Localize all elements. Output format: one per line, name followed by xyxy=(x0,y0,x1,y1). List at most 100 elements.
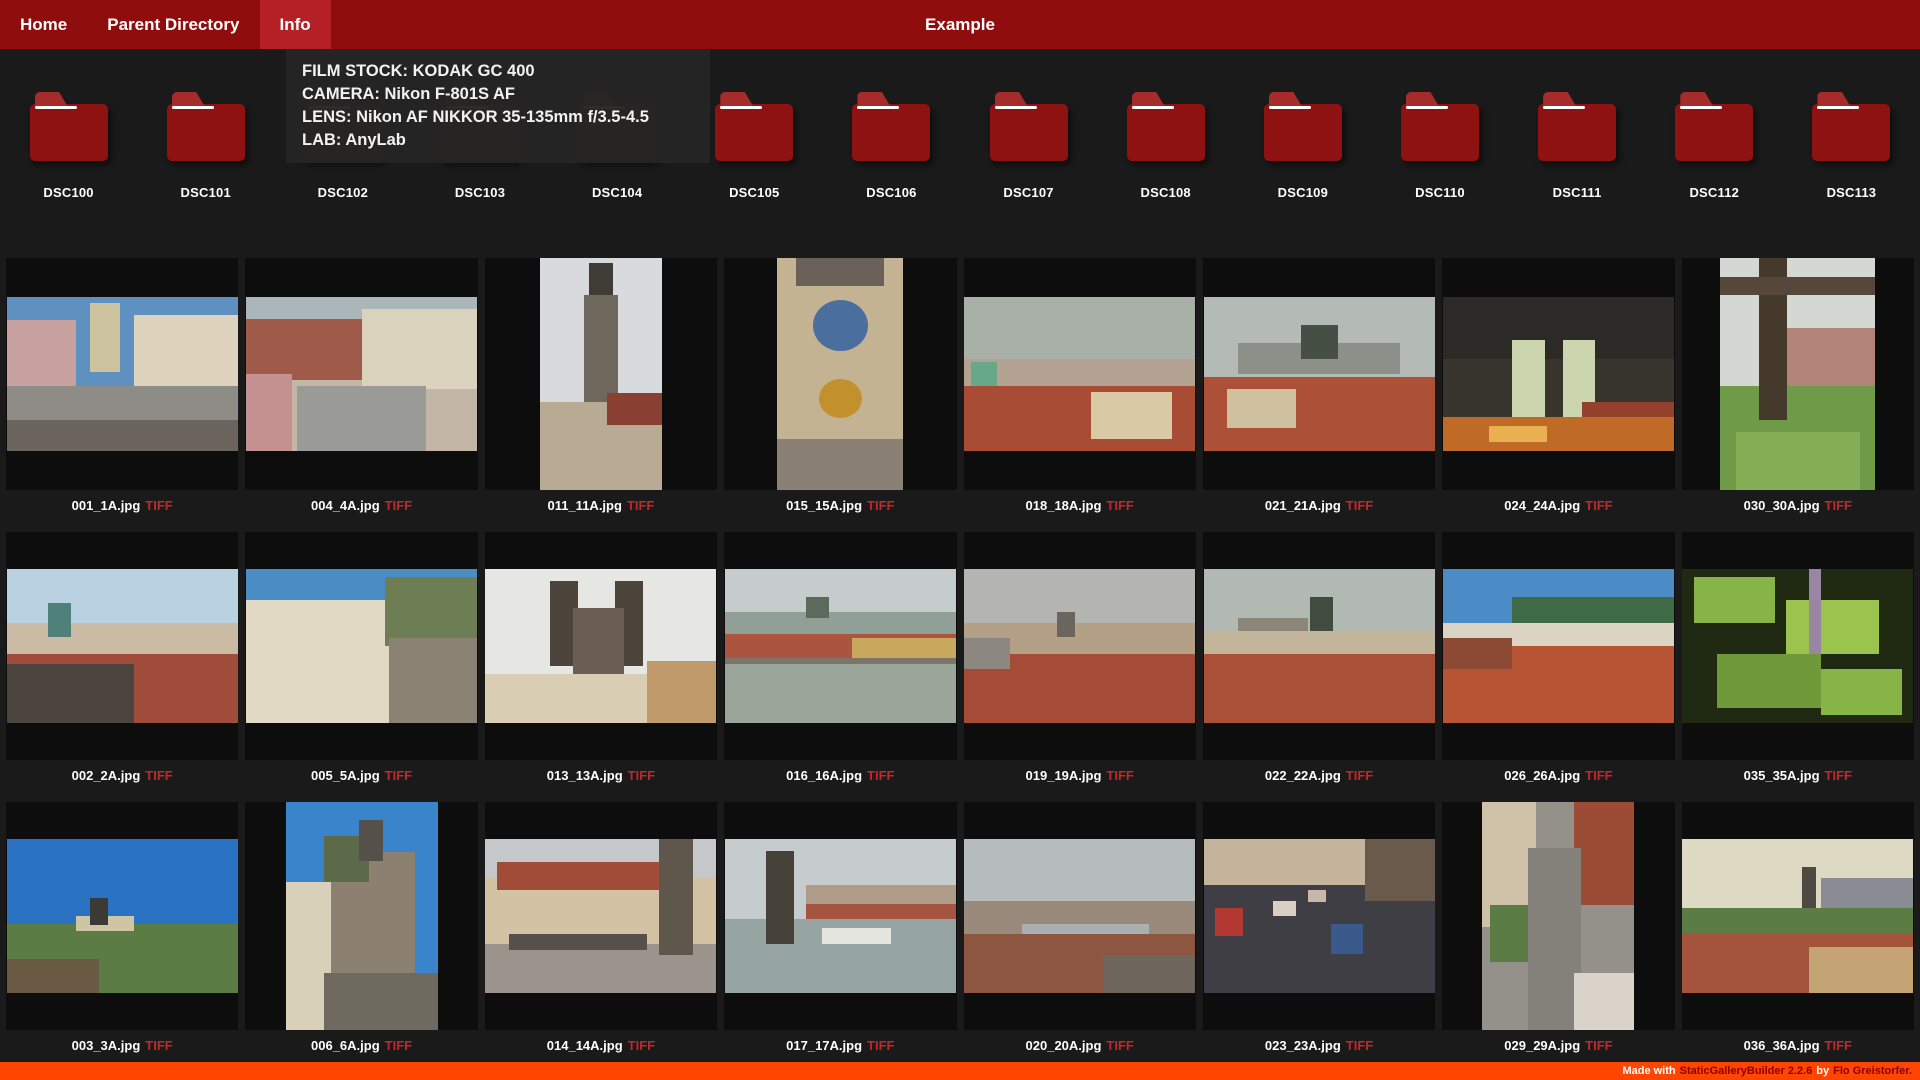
folder-dsc100[interactable]: DSC100 xyxy=(0,104,137,200)
tiff-link[interactable]: TIFF xyxy=(1106,1038,1133,1053)
tiff-link[interactable]: TIFF xyxy=(628,768,655,783)
folder-dsc101[interactable]: DSC101 xyxy=(137,104,274,200)
photo-thumbnail[interactable] xyxy=(963,802,1196,1030)
filename-link[interactable]: 019_19A.jpg xyxy=(1026,768,1102,783)
nav-item-home[interactable]: Home xyxy=(0,0,87,49)
tiff-link[interactable]: TIFF xyxy=(1825,1038,1852,1053)
photo-image xyxy=(285,802,438,1030)
photo-label: 014_14A.jpg TIFF xyxy=(485,1030,717,1060)
tiff-link[interactable]: TIFF xyxy=(145,768,172,783)
folder-dsc109[interactable]: DSC109 xyxy=(1234,104,1371,200)
photo-image xyxy=(539,258,662,490)
filename-link[interactable]: 016_16A.jpg xyxy=(786,768,862,783)
folder-dsc107[interactable]: DSC107 xyxy=(960,104,1097,200)
photo-thumbnail[interactable] xyxy=(484,532,718,760)
photo-label: 003_3A.jpg TIFF xyxy=(6,1030,238,1060)
photo-thumbnail[interactable] xyxy=(484,802,718,1030)
nav-item-parent-directory[interactable]: Parent Directory xyxy=(87,0,259,49)
tiff-link[interactable]: TIFF xyxy=(867,768,894,783)
filename-link[interactable]: 014_14A.jpg xyxy=(547,1038,623,1053)
photo-thumbnail[interactable] xyxy=(963,532,1196,760)
filename-link[interactable]: 002_2A.jpg xyxy=(72,768,141,783)
photo-thumbnail[interactable] xyxy=(245,258,478,490)
photo-thumbnail[interactable] xyxy=(6,532,239,760)
filename-link[interactable]: 005_5A.jpg xyxy=(311,768,380,783)
photo-thumbnail[interactable] xyxy=(245,802,478,1030)
tiff-link[interactable]: TIFF xyxy=(1585,1038,1612,1053)
tiff-link[interactable]: TIFF xyxy=(1346,768,1373,783)
tiff-link[interactable]: TIFF xyxy=(627,498,654,513)
author-link[interactable]: Flo Greistorfer. xyxy=(1833,1065,1912,1077)
folder-dsc110[interactable]: DSC110 xyxy=(1371,104,1508,200)
photo-thumbnail[interactable] xyxy=(724,532,957,760)
tiff-link[interactable]: TIFF xyxy=(1825,768,1852,783)
folder-label: DSC103 xyxy=(454,185,506,200)
filename-link[interactable]: 023_23A.jpg xyxy=(1265,1038,1341,1053)
photo-thumbnail[interactable] xyxy=(1442,532,1675,760)
photo-thumbnail[interactable] xyxy=(1442,802,1675,1030)
filename-link[interactable]: 001_1A.jpg xyxy=(72,498,141,513)
folder-dsc108[interactable]: DSC108 xyxy=(1097,104,1234,200)
tiff-link[interactable]: TIFF xyxy=(1346,498,1373,513)
tiff-link[interactable]: TIFF xyxy=(1585,768,1612,783)
tiff-link[interactable]: TIFF xyxy=(145,498,172,513)
folder-icon xyxy=(989,104,1068,161)
tiff-link[interactable]: TIFF xyxy=(1585,498,1612,513)
photo-thumbnail[interactable] xyxy=(724,802,957,1030)
filename-link[interactable]: 022_22A.jpg xyxy=(1265,768,1341,783)
photo-thumbnail[interactable] xyxy=(1202,258,1436,490)
photo-thumbnail[interactable] xyxy=(1681,532,1914,760)
photo-thumbnail[interactable] xyxy=(1202,532,1436,760)
tiff-link[interactable]: TIFF xyxy=(867,498,894,513)
filename-link[interactable]: 029_29A.jpg xyxy=(1504,1038,1580,1053)
folder-label: DSC109 xyxy=(1277,185,1328,200)
photo-thumbnail[interactable] xyxy=(963,258,1196,490)
folder-dsc112[interactable]: DSC112 xyxy=(1646,104,1783,200)
filename-link[interactable]: 036_36A.jpg xyxy=(1744,1038,1820,1053)
photo-image xyxy=(246,297,478,451)
info-line: LAB: AnyLab xyxy=(302,131,406,149)
tiff-link[interactable]: TIFF xyxy=(385,1038,412,1053)
filename-link[interactable]: 015_15A.jpg xyxy=(786,498,862,513)
filename-link[interactable]: 011_11A.jpg xyxy=(547,498,621,513)
filename-link[interactable]: 018_18A.jpg xyxy=(1026,498,1102,513)
photo-thumbnail[interactable] xyxy=(6,258,239,490)
gallery-item: 016_16A.jpg TIFF xyxy=(724,532,957,790)
filename-link[interactable]: 030_30A.jpg xyxy=(1744,498,1820,513)
folder-dsc111[interactable]: DSC111 xyxy=(1509,104,1646,200)
tiff-link[interactable]: TIFF xyxy=(385,498,412,513)
filename-link[interactable]: 017_17A.jpg xyxy=(786,1038,862,1053)
photo-thumbnail[interactable] xyxy=(1681,802,1914,1030)
tiff-link[interactable]: TIFF xyxy=(1106,498,1133,513)
photo-thumbnail[interactable] xyxy=(245,532,478,760)
builder-link[interactable]: StaticGalleryBuilder 2.2.6 xyxy=(1680,1065,1813,1077)
filename-link[interactable]: 024_24A.jpg xyxy=(1504,498,1580,513)
photo-image xyxy=(1720,258,1876,490)
folder-dsc113[interactable]: DSC113 xyxy=(1783,104,1920,200)
photo-thumbnail[interactable] xyxy=(1442,258,1675,490)
gallery-item: 014_14A.jpg TIFF xyxy=(484,802,718,1060)
filename-link[interactable]: 004_4A.jpg xyxy=(311,498,380,513)
filename-link[interactable]: 026_26A.jpg xyxy=(1504,768,1580,783)
folder-icon xyxy=(1126,104,1205,161)
tiff-link[interactable]: TIFF xyxy=(1106,768,1133,783)
photo-thumbnail[interactable] xyxy=(1681,258,1914,490)
folder-dsc106[interactable]: DSC106 xyxy=(823,104,960,200)
filename-link[interactable]: 003_3A.jpg xyxy=(72,1038,141,1053)
filename-link[interactable]: 021_21A.jpg xyxy=(1265,498,1341,513)
tiff-link[interactable]: TIFF xyxy=(1346,1038,1373,1053)
photo-thumbnail[interactable] xyxy=(1202,802,1436,1030)
tiff-link[interactable]: TIFF xyxy=(1825,498,1852,513)
tiff-link[interactable]: TIFF xyxy=(145,1038,172,1053)
filename-link[interactable]: 006_6A.jpg xyxy=(311,1038,380,1053)
photo-thumbnail[interactable] xyxy=(724,258,957,490)
tiff-link[interactable]: TIFF xyxy=(867,1038,894,1053)
nav-item-info[interactable]: Info xyxy=(259,0,331,49)
photo-thumbnail[interactable] xyxy=(6,802,239,1030)
filename-link[interactable]: 035_35A.jpg xyxy=(1744,768,1820,783)
tiff-link[interactable]: TIFF xyxy=(628,1038,655,1053)
filename-link[interactable]: 013_13A.jpg xyxy=(547,768,623,783)
tiff-link[interactable]: TIFF xyxy=(385,768,412,783)
filename-link[interactable]: 020_20A.jpg xyxy=(1026,1038,1102,1053)
photo-thumbnail[interactable] xyxy=(484,258,718,490)
